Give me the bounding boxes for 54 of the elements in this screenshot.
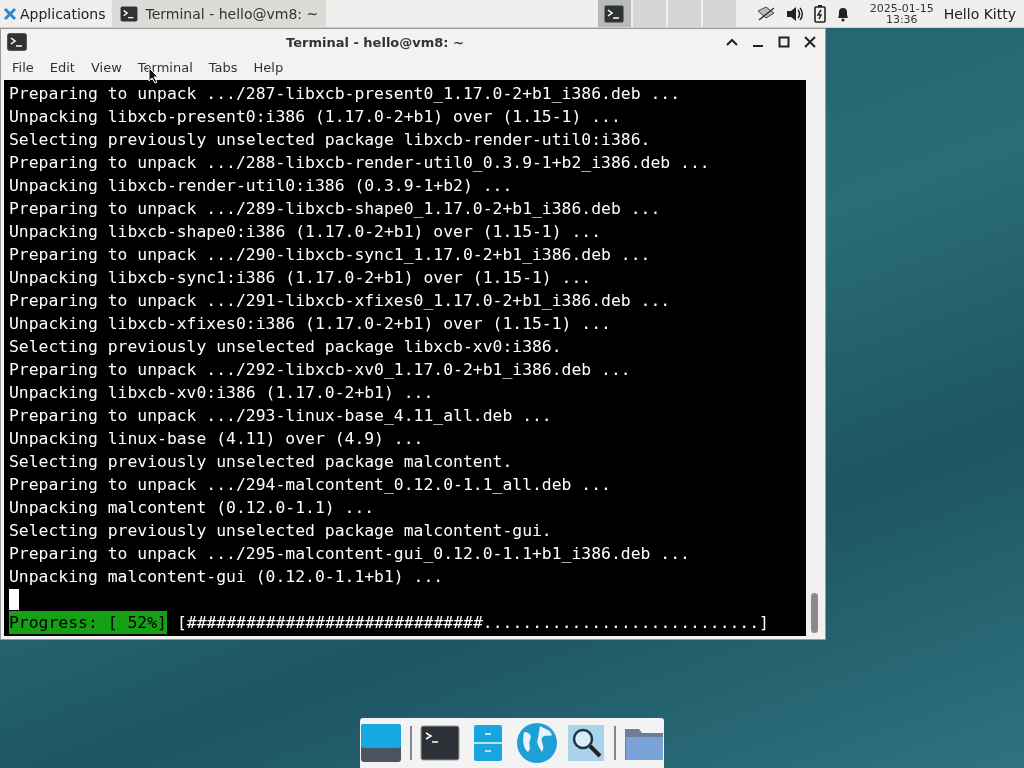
text-cursor <box>9 589 19 610</box>
terminal-line: Unpacking linux-base (4.11) over (4.9) ... <box>9 428 424 450</box>
minimize-icon <box>753 45 763 48</box>
menu-item[interactable]: Terminal <box>129 60 201 76</box>
terminal-line: Unpacking libxcb-xfixes0:i386 (1.17.0-2+b1) over (1.15-1) ... <box>9 313 611 335</box>
search-icon[interactable] <box>567 724 605 762</box>
globe-icon[interactable] <box>516 722 558 764</box>
bell-icon[interactable] <box>835 5 850 22</box>
menu-item[interactable]: File <box>4 60 42 76</box>
terminal-line: Preparing to unpack .../293-linux-base_4.11_all.deb ... <box>9 405 552 427</box>
terminal-icon[interactable] <box>419 725 460 761</box>
terminal-line: Preparing to unpack .../295-malcontent-gui_0.12.0-1.1+b1_i386.deb ... <box>9 543 690 565</box>
applications-menu[interactable]: Applications <box>0 0 112 27</box>
progress-bar-text: [##############################............................] <box>176 612 769 634</box>
menu-item[interactable]: Edit <box>41 60 83 76</box>
terminal-line: Selecting previously unselected package malcontent-gui. <box>9 520 552 542</box>
chevron-up-icon <box>726 38 738 47</box>
clock[interactable]: 2025-01-15 13:36 <box>869 2 934 25</box>
terminal-line: Selecting previously unselected package libxcb-render-util0:i386. <box>9 129 651 151</box>
terminal-line: Preparing to unpack .../294-malcontent_0.12.0-1.1_all.deb ... <box>9 474 611 496</box>
terminal-line: Unpacking malcontent (0.12.0-1.1) ... <box>9 497 375 519</box>
menu-item[interactable]: Help <box>245 60 292 76</box>
scrollbar[interactable] <box>806 80 822 636</box>
terminal-line: Unpacking libxcb-present0:i386 (1.17.0-2+b1) over (1.15-1) ... <box>9 106 621 128</box>
terminal-line: Unpacking libxcb-shape0:i386 (1.17.0-2+b1) over (1.15-1) ... <box>9 221 602 243</box>
terminal-icon <box>7 33 27 52</box>
terminal-line: Selecting previously unselected package libxcb-xv0:i386. <box>9 336 562 358</box>
terminal-line: Preparing to unpack .../290-libxcb-sync1_1.17.0-2+b1_i386.deb ... <box>9 244 651 266</box>
x-logo-icon <box>3 6 17 21</box>
terminal-line: Unpacking libxcb-render-util0:i386 (0.3.9-1+b2) ... <box>9 175 513 197</box>
desktop-icon[interactable] <box>360 722 402 764</box>
taskbar-button[interactable]: Terminal - hello@vm8: ~ <box>111 0 327 27</box>
workspace-button[interactable] <box>597 0 631 27</box>
menu-item[interactable]: Tabs <box>200 60 246 76</box>
terminal-icon <box>604 4 625 23</box>
progress-label: Progress: [ 52%] <box>9 611 167 634</box>
terminal-line: Unpacking libxcb-sync1:i386 (1.17.0-2+b1) over (1.15-1) ... <box>9 267 592 289</box>
user-menu[interactable]: Hello Kitty <box>943 5 1016 22</box>
terminal-line: Preparing to unpack .../291-libxcb-xfixes0_1.17.0-2+b1_i386.deb ... <box>9 290 671 312</box>
terminal-line: Unpacking malcontent-gui (0.12.0-1.1+b1) ... <box>9 566 444 588</box>
battery-icon[interactable] <box>813 4 826 23</box>
window-title: Terminal - hello@vm8: ~ <box>285 34 465 50</box>
close-icon <box>804 36 816 49</box>
menu-item[interactable]: View <box>82 60 130 76</box>
maximize-icon <box>778 36 790 49</box>
terminal-line: Preparing to unpack .../288-libxcb-render-util0_0.3.9-1+b2_i386.deb ... <box>9 152 710 174</box>
terminal-line: Unpacking libxcb-xv0:i386 (1.17.0-2+b1) ... <box>9 382 434 404</box>
network-icon[interactable] <box>755 4 776 23</box>
terminal-line: Preparing to unpack .../287-libxcb-present0_1.17.0-2+b1_i386.deb ... <box>9 83 681 105</box>
terminal-line: Preparing to unpack .../292-libxcb-xv0_1.17.0-2+b1_i386.deb ... <box>9 359 631 381</box>
terminal-line: Preparing to unpack .../289-libxcb-shape0_1.17.0-2+b1_i386.deb ... <box>9 198 661 220</box>
terminal-line: Selecting previously unselected package malcontent. <box>9 451 513 473</box>
volume-icon[interactable] <box>785 5 804 22</box>
terminal-icon <box>119 5 138 22</box>
